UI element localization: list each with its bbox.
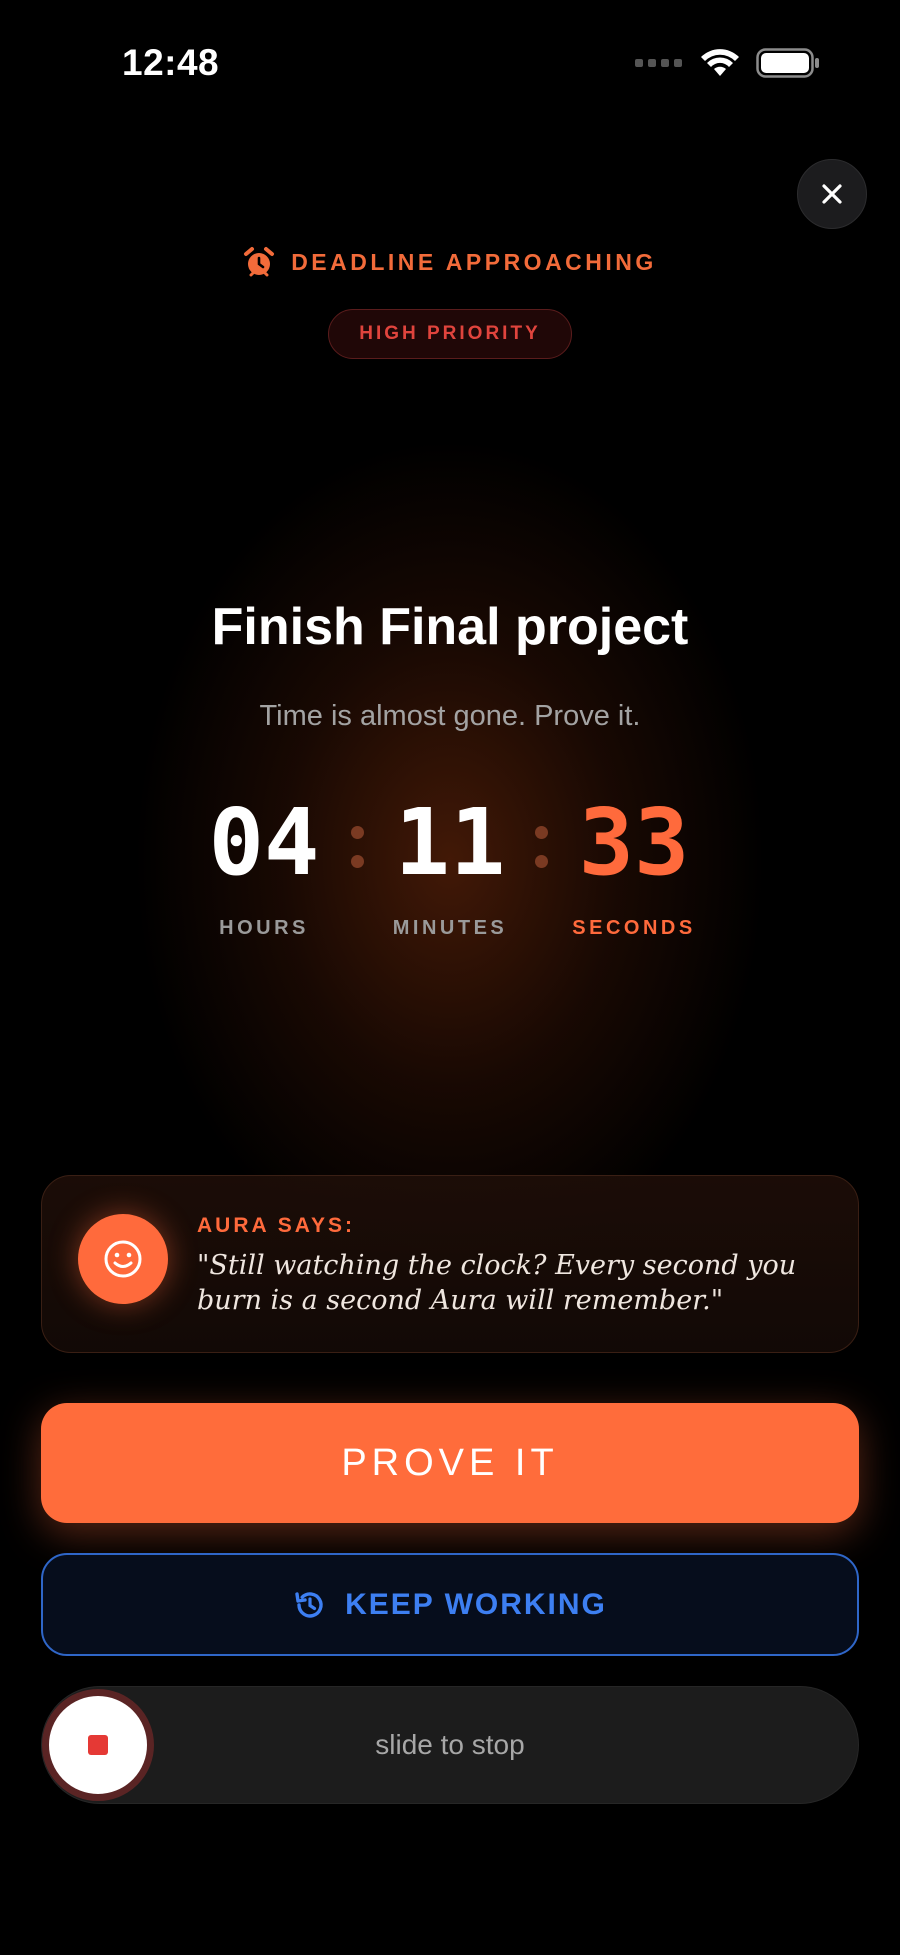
- task-title: Finish Final project: [211, 598, 689, 656]
- aura-label: AURA SAYS:: [197, 1214, 355, 1237]
- minutes-value: 11: [394, 789, 506, 896]
- hours-value: 04: [208, 789, 320, 896]
- seconds-label: SECONDS: [572, 917, 696, 939]
- slider-label: slide to stop: [375, 1729, 525, 1760]
- cellular-signal-icon: [635, 59, 682, 67]
- close-icon: [822, 184, 842, 204]
- keep-working-label: KEEP WORKING: [345, 1587, 607, 1621]
- countdown-hours: 04 HOURS: [184, 790, 344, 940]
- slide-to-stop-track[interactable]: slide to stop: [41, 1686, 859, 1804]
- aura-quote: "Still watching the clock? Every second …: [197, 1250, 797, 1316]
- wifi-icon: [701, 49, 739, 76]
- seconds-value: 33: [578, 789, 690, 896]
- colon-separator: [351, 826, 365, 884]
- countdown-seconds: 33 SECONDS: [554, 790, 714, 940]
- stop-icon: [88, 1735, 108, 1755]
- aura-message-card: AURA SAYS: "Still watching the clock? Ev…: [41, 1175, 859, 1353]
- priority-badge: HIGH PRIORITY: [328, 309, 572, 359]
- deadline-text: DEADLINE APPROACHING: [291, 248, 657, 275]
- deadline-header: DEADLINE APPROACHING: [0, 246, 900, 278]
- minutes-label: MINUTES: [392, 917, 508, 939]
- close-button[interactable]: [797, 159, 867, 229]
- status-time: 12:48: [122, 42, 220, 83]
- smiley-face-icon: [104, 1240, 142, 1278]
- status-indicators: [635, 48, 820, 78]
- slider-knob[interactable]: [42, 1689, 154, 1801]
- alarm-clock-icon: [244, 247, 275, 277]
- prove-it-button[interactable]: PROVE IT: [41, 1403, 859, 1523]
- countdown-minutes: 11 MINUTES: [370, 790, 530, 940]
- countdown-timer: 04 HOURS 11 MINUTES 33 SECONDS: [0, 790, 900, 950]
- deadline-screen: 12:48 DEADLINE APPROACHING HIGH PRIORITY…: [0, 0, 900, 1955]
- hours-label: HOURS: [219, 917, 309, 939]
- battery-icon: [756, 48, 819, 78]
- aura-avatar: [78, 1214, 168, 1304]
- colon-separator: [535, 826, 549, 884]
- history-icon: [295, 1591, 323, 1618]
- keep-working-button[interactable]: KEEP WORKING: [41, 1553, 859, 1656]
- task-subtitle: Time is almost gone. Prove it.: [259, 700, 641, 732]
